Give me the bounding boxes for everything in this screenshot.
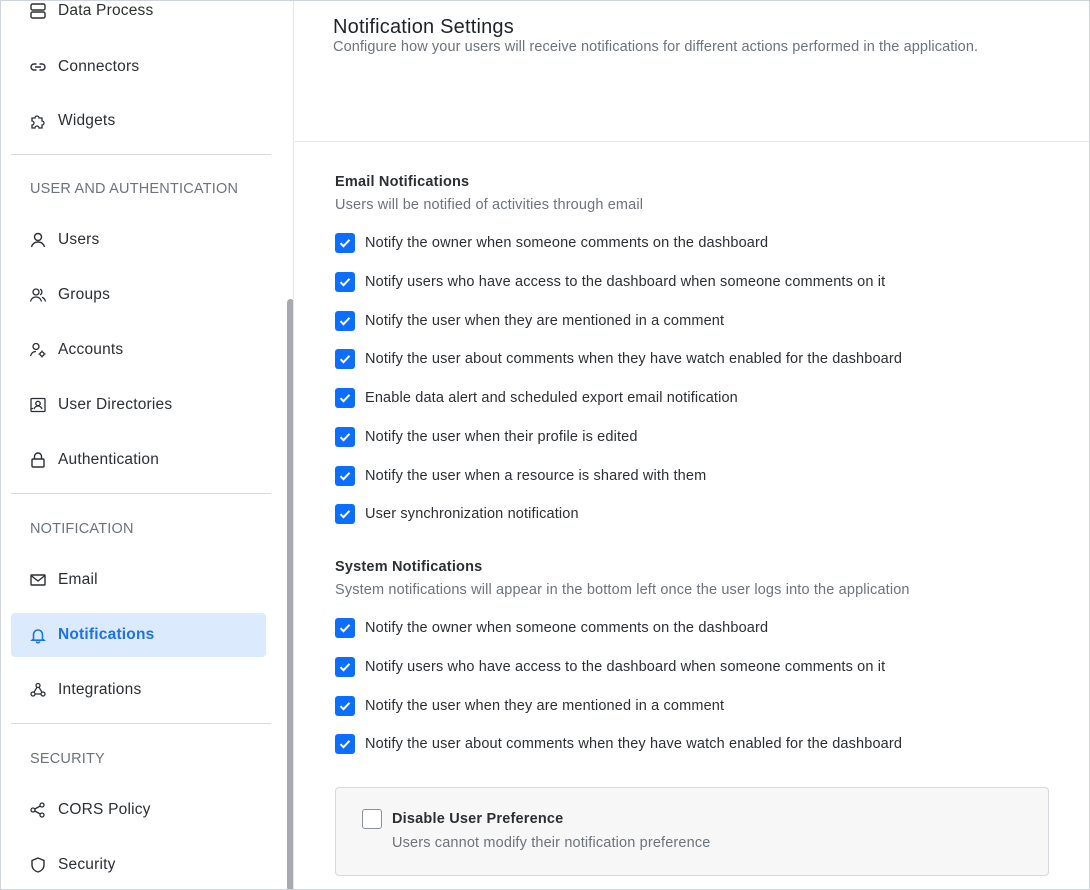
sidebar-item-label: Groups — [58, 286, 111, 303]
sidebar-divider — [11, 493, 271, 494]
email-option-owner-comments[interactable]: Notify the owner when someone comments o… — [335, 232, 768, 254]
lock-icon — [29, 451, 47, 469]
sidebar-item-label: Authentication — [58, 451, 160, 468]
shield-icon — [29, 856, 47, 874]
sidebar-item-notifications[interactable]: Notifications — [11, 613, 266, 657]
sidebar-item-label: Security — [58, 856, 116, 873]
main-content: Notification Settings Configure how your… — [295, 1, 1089, 889]
sidebar-divider — [11, 154, 271, 155]
checkbox-checked[interactable] — [335, 272, 355, 292]
sidebar-scrollbar[interactable] — [287, 299, 293, 889]
mail-icon — [29, 571, 47, 589]
option-label: Notify users who have access to the dash… — [365, 659, 886, 675]
sidebar-item-accounts[interactable]: Accounts — [11, 328, 266, 372]
page-header: Notification Settings Configure how your… — [295, 1, 1089, 142]
data-process-icon — [29, 2, 47, 20]
option-label: Notify users who have access to the dash… — [365, 274, 886, 290]
bell-icon — [29, 626, 47, 644]
email-option-access-users-comments[interactable]: Notify users who have access to the dash… — [335, 271, 885, 293]
system-option-watch-enabled[interactable]: Notify the user about comments when they… — [335, 733, 902, 755]
system-option-mentioned[interactable]: Notify the user when they are mentioned … — [335, 695, 724, 717]
sidebar-item-widgets[interactable]: Widgets — [11, 99, 266, 143]
user-preference-panel: Disable User Preference Users cannot mod… — [335, 787, 1049, 876]
sidebar-item-label: Notifications — [58, 626, 155, 643]
sidebar-item-label: Data Process — [58, 2, 154, 19]
sidebar-item-cors-policy[interactable]: CORS Policy — [11, 788, 266, 832]
disable-user-preference-description: Users cannot modify their notification p… — [392, 835, 711, 851]
checkbox-checked[interactable] — [335, 233, 355, 253]
option-label: Enable data alert and scheduled export e… — [365, 390, 738, 406]
disable-user-preference-option[interactable]: Disable User Preference — [362, 809, 563, 829]
checkbox-checked[interactable] — [335, 349, 355, 369]
checkbox-checked[interactable] — [335, 618, 355, 638]
sidebar-item-data-process[interactable]: Data Process — [11, 1, 266, 33]
checkbox-checked[interactable] — [335, 311, 355, 331]
option-label: Notify the owner when someone comments o… — [365, 620, 769, 636]
sidebar-item-label: Connectors — [58, 58, 140, 75]
system-option-access-users-comments[interactable]: Notify users who have access to the dash… — [335, 656, 885, 678]
sidebar-item-label: Integrations — [58, 681, 142, 698]
sidebar: Data Process Connectors Widgets USER AND… — [1, 1, 294, 889]
email-option-data-alert[interactable]: Enable data alert and scheduled export e… — [335, 387, 738, 409]
puzzle-icon — [29, 112, 47, 130]
sidebar-item-connectors[interactable]: Connectors — [11, 45, 266, 89]
checkbox-checked[interactable] — [335, 696, 355, 716]
sidebar-section-title: NOTIFICATION — [30, 521, 134, 537]
option-label: Notify the user when a resource is share… — [365, 468, 707, 484]
system-notifications-description: System notifications will appear in the … — [335, 582, 910, 598]
email-option-profile-edited[interactable]: Notify the user when their profile is ed… — [335, 426, 638, 448]
option-label: Notify the user about comments when they… — [365, 351, 903, 367]
checkbox-checked[interactable] — [335, 388, 355, 408]
sidebar-section-title: SECURITY — [30, 751, 105, 767]
user-icon — [29, 231, 47, 249]
sidebar-item-label: CORS Policy — [58, 801, 151, 818]
link-icon — [29, 58, 47, 76]
checkbox-unchecked[interactable] — [362, 809, 382, 829]
checkbox-checked[interactable] — [335, 657, 355, 677]
directory-icon — [29, 396, 47, 414]
page-subtitle: Configure how your users will receive no… — [333, 39, 979, 55]
checkbox-checked[interactable] — [335, 466, 355, 486]
sidebar-section-title: USER AND AUTHENTICATION — [30, 181, 239, 197]
sidebar-item-integrations[interactable]: Integrations — [11, 668, 266, 712]
system-option-owner-comments[interactable]: Notify the owner when someone comments o… — [335, 617, 768, 639]
sidebar-item-label: Users — [58, 231, 100, 248]
sidebar-divider — [11, 723, 271, 724]
checkbox-checked[interactable] — [335, 504, 355, 524]
option-label: Notify the owner when someone comments o… — [365, 235, 769, 251]
sidebar-item-security[interactable]: Security — [11, 843, 266, 887]
sidebar-item-label: User Directories — [58, 396, 173, 413]
share-nodes-icon — [29, 801, 47, 819]
checkbox-checked[interactable] — [335, 427, 355, 447]
sidebar-item-authentication[interactable]: Authentication — [11, 438, 266, 482]
sidebar-item-label: Email — [58, 571, 98, 588]
group-icon — [29, 286, 47, 304]
webhook-icon — [29, 681, 47, 699]
checkbox-checked[interactable] — [335, 734, 355, 754]
account-gear-icon — [29, 341, 47, 359]
email-notifications-title: Email Notifications — [335, 174, 470, 190]
system-notifications-title: System Notifications — [335, 559, 483, 575]
sidebar-item-users[interactable]: Users — [11, 218, 266, 262]
option-label: Notify the user when their profile is ed… — [365, 429, 638, 445]
email-notifications-description: Users will be notified of activities thr… — [335, 197, 644, 213]
email-option-user-sync[interactable]: User synchronization notification — [335, 503, 579, 525]
email-option-mentioned[interactable]: Notify the user when they are mentioned … — [335, 310, 724, 332]
option-label: Notify the user about comments when they… — [365, 736, 903, 752]
sidebar-item-email[interactable]: Email — [11, 558, 266, 602]
option-label: User synchronization notification — [365, 506, 579, 522]
sidebar-item-label: Accounts — [58, 341, 124, 358]
option-label: Notify the user when they are mentioned … — [365, 698, 725, 714]
app-window: Data Process Connectors Widgets USER AND… — [0, 0, 1090, 890]
page-title: Notification Settings — [333, 16, 514, 38]
email-option-watch-enabled[interactable]: Notify the user about comments when they… — [335, 348, 902, 370]
disable-user-preference-label: Disable User Preference — [392, 811, 564, 827]
option-label: Notify the user when they are mentioned … — [365, 313, 725, 329]
sidebar-item-user-directories[interactable]: User Directories — [11, 383, 266, 427]
email-option-resource-shared[interactable]: Notify the user when a resource is share… — [335, 465, 706, 487]
sidebar-item-groups[interactable]: Groups — [11, 273, 266, 317]
sidebar-item-label: Widgets — [58, 112, 116, 129]
